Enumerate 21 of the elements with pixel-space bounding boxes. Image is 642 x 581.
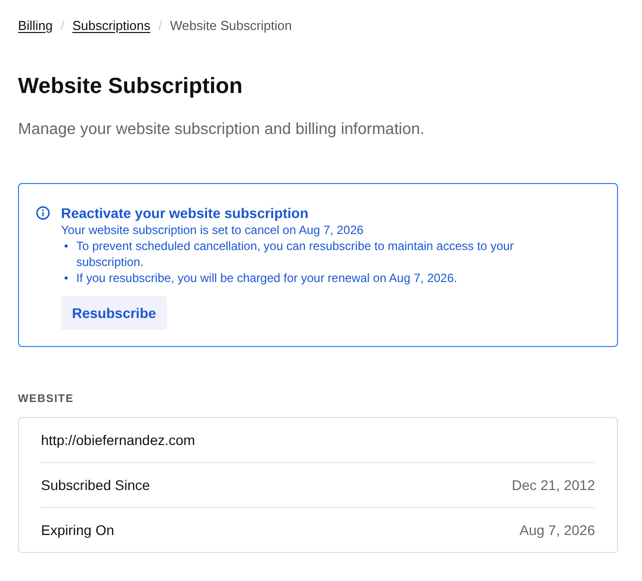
page-subtitle: Manage your website subscription and billing information. <box>18 120 426 140</box>
breadcrumb-separator: / <box>60 18 64 32</box>
alert-message: Your website subscription is set to cancel on Aug 7, 2026 <box>61 222 364 238</box>
info-icon <box>36 206 50 220</box>
resubscribe-button[interactable]: Resubscribe <box>61 296 168 330</box>
section-heading: WEBSITE <box>18 393 75 405</box>
alert-title: Reactivate your website subscription <box>61 204 310 222</box>
row-label: Subscribed Since <box>41 477 150 493</box>
bullet-marker: • <box>64 270 68 286</box>
alert-bullet: To prevent scheduled cancellation, you can resubscribe to maintain access to your subscription. <box>76 238 515 270</box>
row-label: Expiring On <box>41 522 114 538</box>
breadcrumb-separator: / <box>158 18 162 32</box>
page-title: Website Subscription <box>18 72 244 100</box>
row-value: Aug 7, 2026 <box>519 522 595 538</box>
bullet-marker: • <box>64 238 68 255</box>
breadcrumb-current: Website Subscription <box>170 18 292 32</box>
row-value: Dec 21, 2012 <box>512 477 595 493</box>
breadcrumb-link[interactable]: Billing <box>18 18 53 32</box>
alert-bullet: If you resubscribe, you will be charged for your renewal on Aug 7, 2026. <box>76 270 458 286</box>
breadcrumb-link[interactable]: Subscriptions <box>72 18 150 32</box>
row-label: http://obiefernandez.com <box>41 432 196 448</box>
